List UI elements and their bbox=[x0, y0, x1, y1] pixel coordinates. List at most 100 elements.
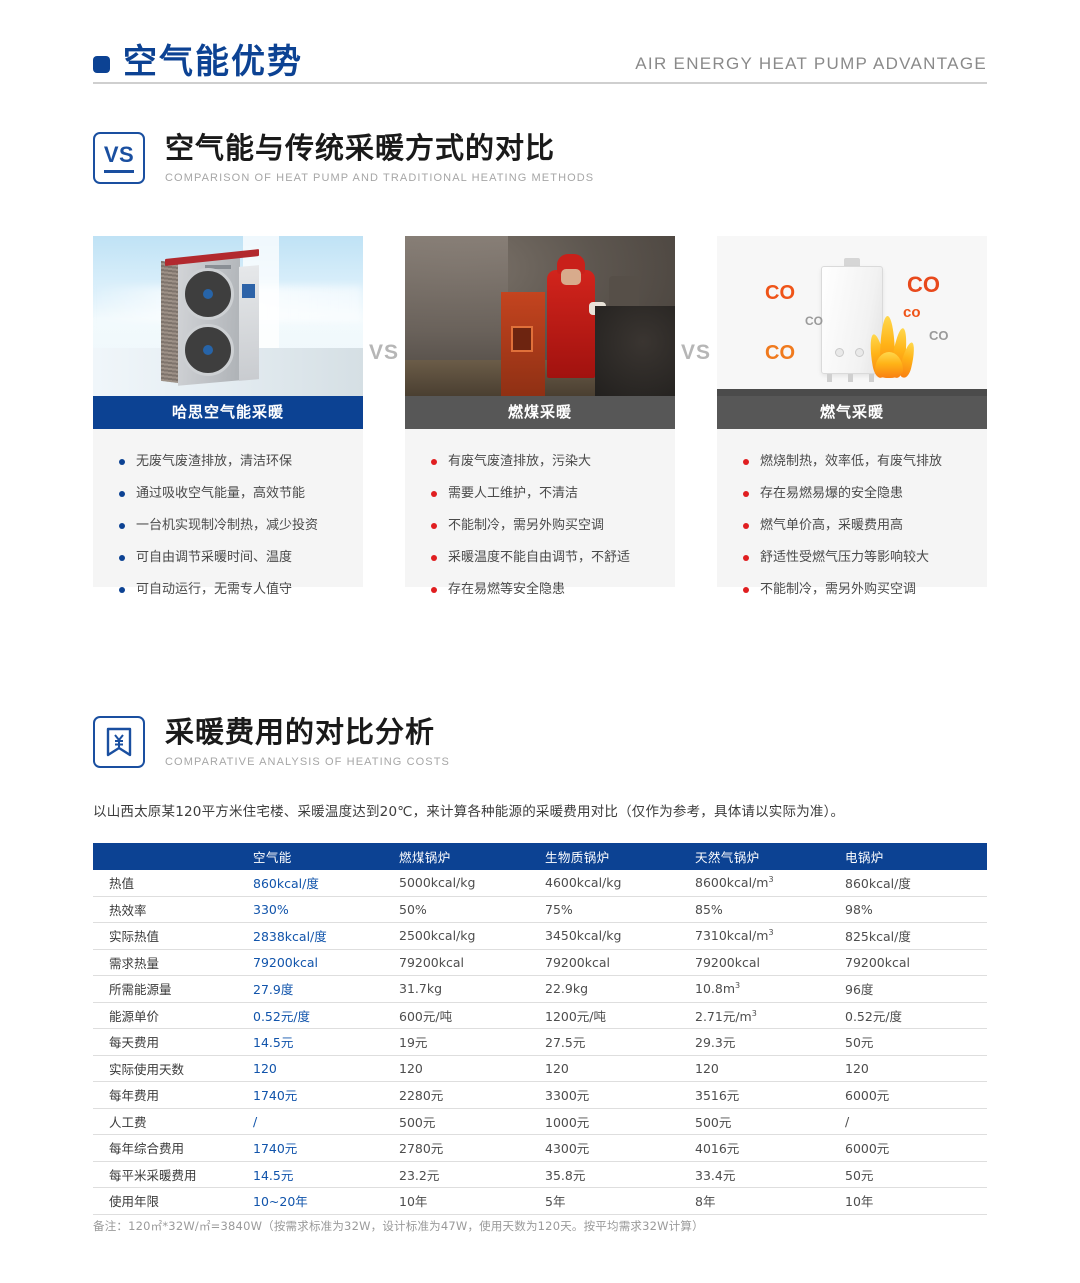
cost-comparison-table: 空气能 燃煤锅炉 生物质锅炉 天然气锅炉 电锅炉 热值 860kcal/度 5000… bbox=[93, 843, 987, 1215]
list-item: 通过吸收空气能量，高效节能 bbox=[119, 487, 363, 500]
table-cell: 79200kcal bbox=[245, 949, 391, 976]
page-header-left: 空气能优势 bbox=[93, 45, 303, 82]
col-header-gas-boiler: 天然气锅炉 bbox=[687, 843, 837, 870]
table-cell: 14.5元 bbox=[245, 1028, 391, 1056]
list-item: 存在易燃等安全隐患 bbox=[431, 583, 675, 596]
table-cell: 2780元 bbox=[391, 1134, 537, 1162]
comparison-cards: 哈思空气能采暖 无废气废渣排放，清洁环保 通过吸收空气能量，高效节能 一台机实现… bbox=[93, 236, 987, 596]
table-cell: 120 bbox=[837, 1055, 987, 1082]
row-label: 每天费用 bbox=[93, 1028, 245, 1056]
col-header-electric-boiler: 电锅炉 bbox=[837, 843, 987, 870]
table-row: 每年综合费用 1740元 2780元 4300元 4016元 6000元 bbox=[93, 1134, 987, 1162]
table-row: 热效率 330% 50% 75% 85% 98% bbox=[93, 896, 987, 923]
table-cell: 85% bbox=[687, 896, 837, 923]
table-row: 人工费/500元 1000元 500元 / bbox=[93, 1108, 987, 1135]
page-header: 空气能优势 AIR ENERGY HEAT PUMP ADVANTAGE bbox=[93, 30, 987, 84]
yen-ticket-icon bbox=[93, 716, 145, 768]
table-cell: 10年 bbox=[391, 1187, 537, 1215]
table-cell: 27.9度 bbox=[245, 975, 391, 1003]
table-cell: 1000元 bbox=[537, 1108, 687, 1135]
table-cell: 27.5元 bbox=[537, 1028, 687, 1056]
table-cell: 600元/吨 bbox=[391, 1002, 537, 1029]
table-cell: 1740元 bbox=[245, 1081, 391, 1109]
table-row: 每年费用 1740元 2280元 3300元 3516元 6000元 bbox=[93, 1081, 987, 1109]
co-label: CO bbox=[765, 282, 795, 304]
row-label: 所需能源量 bbox=[93, 975, 245, 1003]
table-footnote: 备注：120㎡*32W/㎡=3840W（按需求标准为32W，设计标准为47W，使… bbox=[93, 1219, 704, 1233]
vs-separator-1: VS bbox=[368, 341, 399, 364]
table-cell: 0.52元/度 bbox=[245, 1002, 391, 1029]
row-label: 每年综合费用 bbox=[93, 1134, 245, 1162]
table-cell: 4300元 bbox=[537, 1134, 687, 1162]
table-cell: 7310kcal/m3 bbox=[687, 922, 837, 950]
row-label: 热值 bbox=[93, 870, 245, 897]
table-cell: 120 bbox=[391, 1055, 537, 1082]
row-label: 每年费用 bbox=[93, 1081, 245, 1109]
row-label: 每平米采暖费用 bbox=[93, 1161, 245, 1188]
table-cell: 8年 bbox=[687, 1187, 837, 1215]
table-cell: 2.71元/m3 bbox=[687, 1002, 837, 1029]
gas-heating-photo: CO CO CO CO co CO bbox=[717, 236, 987, 396]
table-cell: 4600kcal/kg bbox=[537, 870, 687, 897]
table-cell: 120 bbox=[537, 1055, 687, 1082]
row-label: 热效率 bbox=[93, 896, 245, 923]
heat-pump-photo bbox=[93, 236, 363, 396]
col-header-coal-boiler: 燃煤锅炉 bbox=[391, 843, 537, 870]
section-head-comparison: VS 空气能与传统采暖方式的对比 COMPARISON OF HEAT PUMP… bbox=[93, 131, 595, 184]
list-item: 舒适性受燃气压力等影响较大 bbox=[743, 551, 987, 564]
table-cell: 3300元 bbox=[537, 1081, 687, 1109]
table-cell: 8600kcal/m3 bbox=[687, 870, 837, 897]
square-mark-icon bbox=[93, 55, 110, 73]
table-cell: 1200元/吨 bbox=[537, 1002, 687, 1029]
table-cell: 330% bbox=[245, 896, 391, 923]
list-item: 一台机实现制冷制热，减少投资 bbox=[119, 519, 363, 532]
table-cell: 79200kcal bbox=[391, 949, 537, 976]
table-cell: 2500kcal/kg bbox=[391, 922, 537, 950]
table-cell: 500元 bbox=[391, 1108, 537, 1135]
table-cell: 96度 bbox=[837, 975, 987, 1003]
co-label: CO bbox=[805, 314, 823, 328]
section-head-cost: 采暖费用的对比分析 COMPARATIVE ANALYSIS OF HEATIN… bbox=[93, 715, 450, 768]
table-cell: 825kcal/度 bbox=[837, 922, 987, 950]
co-label: CO bbox=[907, 272, 940, 297]
table-cell: 50元 bbox=[837, 1028, 987, 1056]
table-body: 热值 860kcal/度 5000kcal/kg 4600kcal/kg 8600kca… bbox=[93, 870, 987, 1215]
list-item: 可自动运行，无需专人值守 bbox=[119, 583, 363, 596]
row-label: 人工费 bbox=[93, 1108, 245, 1135]
comparison-card-coal: 燃煤采暖 有废气废渣排放，污染大 需要人工维护，不清洁 不能制冷，需另外购买空调… bbox=[405, 236, 675, 596]
vs-badge-icon: VS bbox=[93, 132, 145, 184]
table-cell: 98% bbox=[837, 896, 987, 923]
table-row: 热值 860kcal/度 5000kcal/kg 4600kcal/kg 8600kca… bbox=[93, 870, 987, 897]
table-cell: 14.5元 bbox=[245, 1161, 391, 1188]
table-cell: 4016元 bbox=[687, 1134, 837, 1162]
table-cell: 79200kcal bbox=[837, 949, 987, 976]
comparison-card-heat-pump: 哈思空气能采暖 无废气废渣排放，清洁环保 通过吸收空气能量，高效节能 一台机实现… bbox=[93, 236, 363, 596]
vs-separator-2: VS bbox=[680, 341, 711, 364]
section-title-block-cost: 采暖费用的对比分析 COMPARATIVE ANALYSIS OF HEATIN… bbox=[165, 715, 450, 767]
table-cell: 2838kcal/度 bbox=[245, 922, 391, 950]
section-title-en: COMPARISON OF HEAT PUMP AND TRADITIONAL … bbox=[165, 171, 595, 184]
table-row: 使用年限 10~20年 10年 5年 8年 10年 bbox=[93, 1187, 987, 1215]
table-row: 每平米采暖费用 14.5元 23.2元 35.8元 33.4元 50元 bbox=[93, 1161, 987, 1188]
col-header-air-energy: 空气能 bbox=[245, 843, 391, 870]
card-title-coal: 燃煤采暖 bbox=[405, 396, 675, 429]
table-row: 每天费用 14.5元 19元 27.5元 29.3元 50元 bbox=[93, 1028, 987, 1056]
table-header: 空气能 燃煤锅炉 生物质锅炉 天然气锅炉 电锅炉 bbox=[93, 843, 987, 870]
col-header-biomass-boiler: 生物质锅炉 bbox=[537, 843, 687, 870]
table-cell: 860kcal/度 bbox=[245, 870, 391, 897]
card-body-heat-pump: 无废气废渣排放，清洁环保 通过吸收空气能量，高效节能 一台机实现制冷制热，减少投… bbox=[93, 429, 363, 596]
table-cell: / bbox=[245, 1108, 391, 1135]
table-cell: 23.2元 bbox=[391, 1161, 537, 1188]
table-row: 需求热量 79200kcal 79200kcal 79200kcal 79200kcal… bbox=[93, 949, 987, 976]
table-cell: 0.52元/度 bbox=[837, 1002, 987, 1029]
table-cell: 5年 bbox=[537, 1187, 687, 1215]
table-cell: / bbox=[837, 1108, 987, 1135]
vs-badge-label: VS bbox=[103, 143, 135, 173]
table-cell: 120 bbox=[687, 1055, 837, 1082]
list-item: 可自由调节采暖时间、温度 bbox=[119, 551, 363, 564]
table-cell: 50% bbox=[391, 896, 537, 923]
page-title: 空气能优势 bbox=[123, 42, 303, 82]
card-title-gas: 燃气采暖 bbox=[717, 396, 987, 429]
table-cell: 1740元 bbox=[245, 1134, 391, 1162]
table-header-row: 空气能 燃煤锅炉 生物质锅炉 天然气锅炉 电锅炉 bbox=[93, 843, 987, 870]
